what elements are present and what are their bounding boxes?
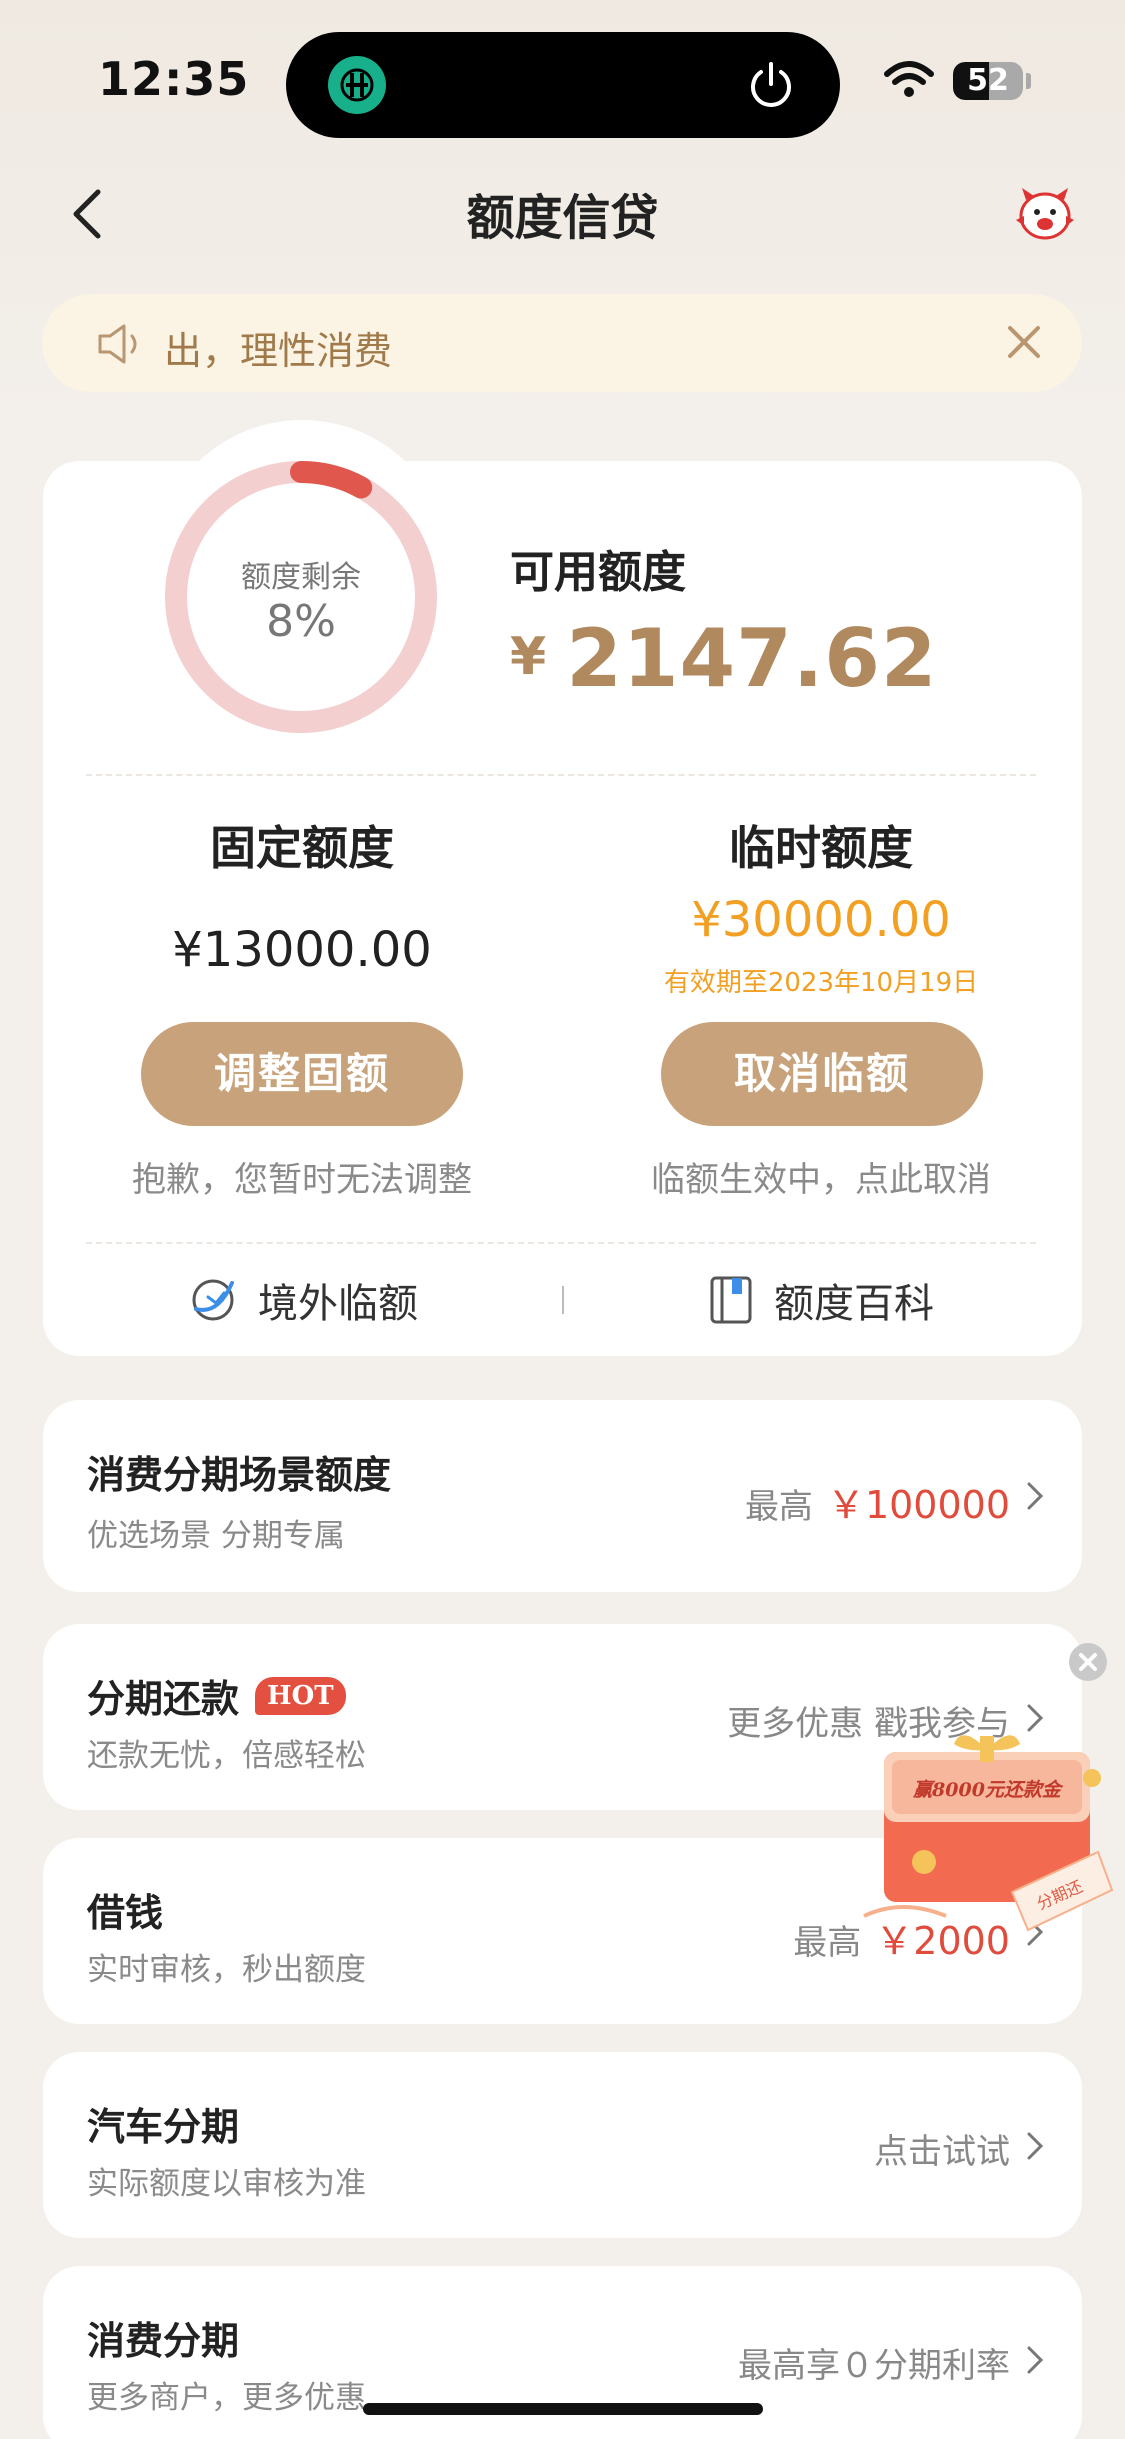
status-time: 12:35 [98, 52, 250, 106]
available-amount-value: 2147.62 [566, 612, 938, 705]
chevron-right-icon [1027, 2346, 1044, 2374]
speaker-icon [98, 324, 137, 364]
battery-level: 52 [967, 63, 1009, 98]
mascot-icon[interactable] [1012, 186, 1078, 242]
close-icon[interactable] [1002, 320, 1046, 364]
page-title: 额度信贷 [466, 190, 659, 246]
item-subtitle: 更多商户，更多优惠 [87, 2380, 366, 2416]
home-indicator [363, 2403, 763, 2415]
fixed-credit-amount: ¥13000.00 [172, 922, 432, 978]
item-title-text: 分期还款 [87, 1677, 240, 1721]
power-icon [751, 62, 791, 107]
item-subtitle: 优选场景 分期专属 [87, 1518, 345, 1554]
divider [86, 774, 1036, 776]
hot-badge: HOT [255, 1676, 346, 1715]
battery-tip [1026, 73, 1031, 89]
item-right-text: 最高享０分期利率 [738, 2346, 1010, 2386]
item-right-text: 最高 ￥100000 [745, 1474, 1010, 1529]
item-right-text: 点击试试 [874, 2132, 1010, 2172]
book-icon [710, 1276, 752, 1324]
item-right-value: ￥100000 [826, 1483, 1010, 1527]
item-title: 消费分期 [87, 2319, 240, 2363]
item-title: 借钱 [87, 1891, 164, 1935]
credit-encyclopedia-link[interactable]: 额度百科 [708, 1270, 934, 1330]
ring-label: 额度剩余 [241, 560, 361, 595]
wifi-icon [884, 61, 934, 97]
item-title: 汽车分期 [87, 2105, 240, 2149]
item-title: 消费分期场景额度 [87, 1453, 392, 1497]
battery-icon: 52 [953, 62, 1023, 100]
dynamic-island [286, 32, 840, 138]
list-item[interactable]: 汽车分期 实际额度以审核为准 点击试试 [43, 2052, 1082, 2238]
list-item[interactable]: 消费分期场景额度 优选场景 分期专属 最高 ￥100000 [43, 1400, 1082, 1592]
overseas-credit-link[interactable]: 境外临额 [188, 1270, 418, 1330]
chevron-right-icon [1027, 2132, 1044, 2160]
fixed-credit-title: 固定额度 [210, 821, 394, 875]
temp-credit-validity: 有效期至2023年10月19日 [663, 968, 979, 998]
credit-encyclopedia-label: 额度百科 [774, 1281, 934, 1327]
plane-globe-icon [192, 1279, 234, 1321]
item-right-prefix: 最高 [793, 1923, 862, 1963]
available-label: 可用额度 [510, 547, 686, 598]
cancel-temp-button[interactable]: 取消临额 [661, 1022, 983, 1126]
fixed-credit-hint: 抱歉，您暂时无法调整 [132, 1160, 472, 1200]
overseas-credit-label: 境外临额 [258, 1281, 418, 1327]
repayment-promo-widget[interactable]: 赢8000元还款金 分期还 [862, 1720, 1120, 1950]
item-right-prefix: 最高 [744, 1487, 813, 1527]
item-subtitle: 还款无忧，倍感轻松 [87, 1738, 366, 1774]
chevron-right-icon [1027, 1482, 1044, 1510]
ring-percent: 8% [266, 596, 336, 647]
bank-logo-icon [328, 56, 386, 114]
link-separator [562, 1286, 564, 1314]
divider [86, 1242, 1036, 1244]
item-title: 分期还款 HOT [87, 1668, 346, 1723]
temp-credit-amount: ¥30000.00 [691, 892, 951, 948]
temp-credit-hint[interactable]: 临额生效中，点此取消 [621, 1152, 1021, 1201]
temp-credit-title: 临时额度 [729, 821, 913, 875]
adjust-fixed-button[interactable]: 调整固额 [141, 1022, 463, 1126]
currency-symbol: ¥ [510, 627, 547, 687]
promo-close-icon[interactable] [1068, 1642, 1108, 1682]
item-subtitle: 实时审核，秒出额度 [87, 1952, 366, 1988]
notice-text: 出，理性消费 [164, 329, 393, 373]
ring-remaining-arc [290, 461, 373, 499]
available-amount: ¥2147.62 [510, 612, 938, 705]
notice-banner[interactable]: 出，理性消费 [42, 294, 1082, 392]
item-subtitle: 实际额度以审核为准 [87, 2166, 366, 2202]
status-bar: 12:35 52 [0, 0, 1125, 150]
promo-text: 赢8000元还款金 [912, 1779, 1064, 1801]
